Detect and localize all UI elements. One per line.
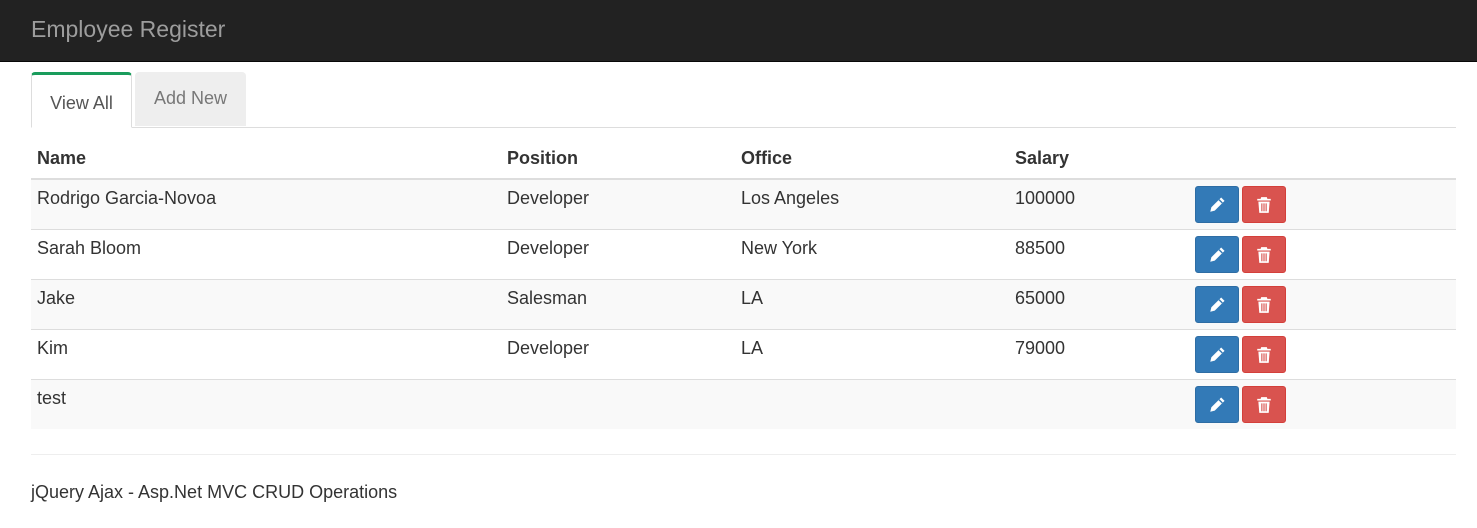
employee-table: Name Position Office Salary Rodrigo Garc…: [31, 138, 1456, 429]
cell-salary: [1009, 378, 1189, 429]
delete-button[interactable]: [1242, 285, 1286, 323]
delete-button[interactable]: [1242, 385, 1286, 423]
table-row: test: [31, 378, 1456, 429]
footer-text: jQuery Ajax - Asp.Net MVC CRUD Operation…: [31, 482, 398, 502]
navbar: Employee Register: [0, 0, 1477, 62]
tab-add-new[interactable]: Add New: [135, 72, 246, 126]
brand-link[interactable]: Employee Register: [31, 16, 225, 43]
cell-actions: [1189, 228, 1456, 279]
header-salary: Salary: [1009, 138, 1189, 180]
header-actions: [1189, 138, 1456, 180]
tab-view-all[interactable]: View All: [31, 72, 132, 128]
cell-name: Sarah Bloom: [31, 228, 501, 279]
table-row: Sarah Bloom Developer New York 88500: [31, 228, 1456, 279]
cell-salary: 79000: [1009, 328, 1189, 379]
cell-office: LA: [735, 328, 1009, 379]
cell-actions: [1189, 378, 1456, 429]
footer-divider: [31, 454, 1456, 455]
edit-button[interactable]: [1195, 186, 1239, 223]
cell-name: test: [31, 378, 501, 429]
table-row: Rodrigo Garcia-Novoa Developer Los Angeles…: [31, 178, 1456, 229]
cell-actions: [1189, 178, 1456, 229]
cell-office: [735, 378, 1009, 429]
cell-office: Los Angeles: [735, 178, 1009, 229]
cell-name: Jake: [31, 278, 501, 329]
cell-salary: 65000: [1009, 278, 1189, 329]
delete-button[interactable]: [1242, 186, 1286, 223]
cell-actions: [1189, 328, 1456, 379]
cell-name: Rodrigo Garcia-Novoa: [31, 178, 501, 229]
cell-position: Developer: [501, 328, 735, 379]
header-position: Position: [501, 138, 735, 180]
edit-button[interactable]: [1195, 285, 1239, 323]
cell-office: New York: [735, 228, 1009, 279]
cell-position: [501, 378, 735, 429]
cell-position: Developer: [501, 178, 735, 229]
table-header-row: Name Position Office Salary: [31, 138, 1456, 180]
cell-position: Developer: [501, 228, 735, 279]
table-row: Kim Developer LA 79000: [31, 328, 1456, 379]
cell-position: Salesman: [501, 278, 735, 329]
header-name: Name: [31, 138, 501, 180]
delete-button[interactable]: [1242, 335, 1286, 373]
tab-bar: View All Add New: [31, 72, 1456, 128]
edit-button[interactable]: [1195, 335, 1239, 373]
cell-name: Kim: [31, 328, 501, 379]
cell-salary: 88500: [1009, 228, 1189, 279]
cell-actions: [1189, 278, 1456, 329]
table-row: Jake Salesman LA 65000: [31, 278, 1456, 329]
delete-button[interactable]: [1242, 235, 1286, 273]
edit-button[interactable]: [1195, 385, 1239, 423]
header-office: Office: [735, 138, 1009, 180]
cell-office: LA: [735, 278, 1009, 329]
cell-salary: 100000: [1009, 178, 1189, 229]
edit-button[interactable]: [1195, 235, 1239, 273]
